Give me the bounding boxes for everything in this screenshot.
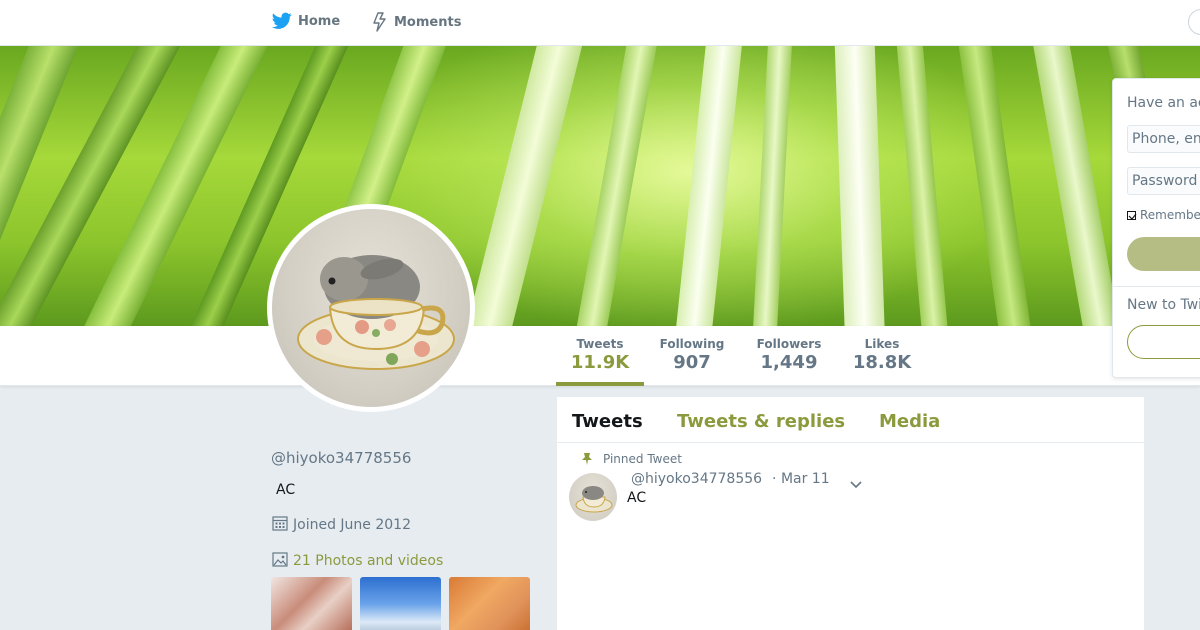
photo-thumbnail[interactable] <box>271 577 352 630</box>
tab-media[interactable]: Media <box>879 411 940 432</box>
tweet-header: @hiyoko34778556 · Mar 11 <box>631 471 830 487</box>
tweet-handle[interactable]: @hiyoko34778556 <box>631 471 762 487</box>
login-button[interactable] <box>1127 237 1200 271</box>
profile-banner <box>0 46 1200 326</box>
stat-label: Likes <box>864 337 900 351</box>
active-stat-underline <box>556 382 644 386</box>
joined-label: Joined June 2012 <box>293 517 411 533</box>
profile-handle[interactable]: @hiyoko34778556 <box>271 449 411 467</box>
calendar-icon <box>271 514 289 536</box>
remember-me[interactable]: Remembe <box>1127 208 1200 222</box>
stat-label: Following <box>659 337 725 351</box>
photo-thumbnail[interactable] <box>449 577 530 630</box>
tweet-avatar[interactable] <box>569 473 617 521</box>
divider <box>1113 286 1200 287</box>
stat-value: 11.9K <box>570 352 630 373</box>
image-icon <box>271 550 289 572</box>
twitter-bird-icon <box>272 12 292 30</box>
tab-tweets-replies[interactable]: Tweets & replies <box>677 411 845 432</box>
nav-moments[interactable]: Moments <box>372 12 461 32</box>
pin-icon <box>581 452 593 469</box>
nav-moments-label: Moments <box>394 14 462 30</box>
chevron-down-icon[interactable] <box>849 475 863 494</box>
profile-avatar[interactable] <box>267 204 475 412</box>
login-card: Have an ac Phone, en Password Remembe Ne… <box>1112 78 1200 378</box>
tweet-date[interactable]: · Mar 11 <box>772 471 830 487</box>
new-to-twitter-label: New to Twi <box>1127 297 1200 313</box>
pinned-label-text: Pinned Tweet <box>603 452 682 466</box>
stat-following[interactable]: Following 907 <box>656 337 728 373</box>
phone-input[interactable]: Phone, en <box>1127 125 1200 153</box>
stat-followers[interactable]: Followers 1,449 <box>753 337 825 373</box>
profile-bio: AC <box>276 482 296 498</box>
pinned-tweet-label: Pinned Tweet <box>582 452 682 466</box>
stat-value: 1,449 <box>760 352 818 373</box>
stat-value: 18.8K <box>852 352 912 373</box>
top-nav: Home Moments <box>0 0 1200 46</box>
photos-link[interactable]: 21 Photos and videos <box>271 550 443 572</box>
remember-checkbox[interactable] <box>1127 210 1137 220</box>
profile-joined: Joined June 2012 <box>271 514 411 536</box>
stat-likes[interactable]: Likes 18.8K <box>850 337 914 373</box>
nav-home-label: Home <box>298 13 341 29</box>
tab-tweets[interactable]: Tweets <box>572 411 643 432</box>
stat-tweets[interactable]: Tweets 11.9K <box>570 337 630 373</box>
signup-button[interactable] <box>1127 325 1200 359</box>
password-input[interactable]: Password <box>1127 167 1200 195</box>
tweet-text: AC <box>627 490 647 506</box>
timeline: Tweets Tweets & replies Media Pinned Twe… <box>557 397 1144 630</box>
login-title: Have an ac <box>1127 95 1200 111</box>
lightning-icon <box>372 12 388 32</box>
remember-label: Remembe <box>1140 208 1200 222</box>
photos-label: 21 Photos and videos <box>293 553 444 569</box>
stat-label: Tweets <box>576 337 624 351</box>
search-button[interactable] <box>1188 9 1200 35</box>
stat-label: Followers <box>756 337 822 351</box>
profile-nav: Tweets 11.9K Following 907 Followers 1,4… <box>0 326 1200 386</box>
timeline-tabs: Tweets Tweets & replies Media <box>557 397 1144 443</box>
stat-value: 907 <box>673 352 711 373</box>
nav-home[interactable]: Home <box>272 12 340 30</box>
avatar-image <box>272 209 470 407</box>
photo-thumbnail[interactable] <box>360 577 441 630</box>
